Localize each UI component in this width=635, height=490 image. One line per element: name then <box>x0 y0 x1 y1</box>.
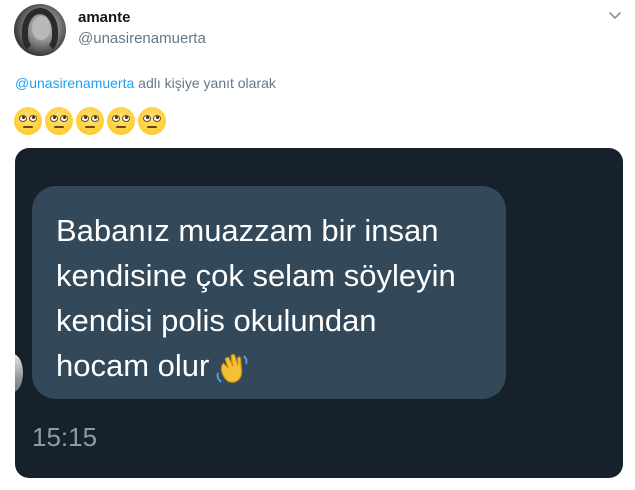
reply-context: @unasirenamuerta adlı kişiye yanıt olara… <box>15 75 276 91</box>
rolling-eyes-emoji-icon <box>76 107 104 135</box>
message-timestamp: 15:15 <box>32 422 98 452</box>
display-name[interactable]: amante <box>78 9 131 26</box>
waving-hand-icon <box>216 353 248 383</box>
message-bubble: Babanız muazzam bir insan kendisine çok … <box>32 186 506 399</box>
reply-mention-link[interactable]: @unasirenamuerta <box>15 75 134 91</box>
emoji-row <box>14 107 166 135</box>
rolling-eyes-emoji-icon <box>14 107 42 135</box>
reply-context-text: adlı kişiye yanıt olarak <box>134 75 276 91</box>
rolling-eyes-emoji-icon <box>107 107 135 135</box>
message-line: hocam olur <box>56 348 210 383</box>
chevron-down-icon[interactable] <box>607 8 623 24</box>
rolling-eyes-emoji-icon <box>138 107 166 135</box>
message-line: kendisine çok selam söyleyin <box>56 258 456 293</box>
message-line: Babanız muazzam bir insan <box>56 213 439 248</box>
tweet: amante @unasirenamuerta @unasirenamuerta… <box>0 0 635 490</box>
message-text: Babanız muazzam bir insan kendisine çok … <box>56 208 496 388</box>
message-line: kendisi polis okulundan <box>56 303 377 338</box>
tweet-media-image[interactable]: Babanız muazzam bir insan kendisine çok … <box>15 148 623 478</box>
chat-avatar <box>15 354 23 392</box>
avatar[interactable] <box>14 4 66 56</box>
user-handle[interactable]: @unasirenamuerta <box>78 30 206 47</box>
rolling-eyes-emoji-icon <box>45 107 73 135</box>
